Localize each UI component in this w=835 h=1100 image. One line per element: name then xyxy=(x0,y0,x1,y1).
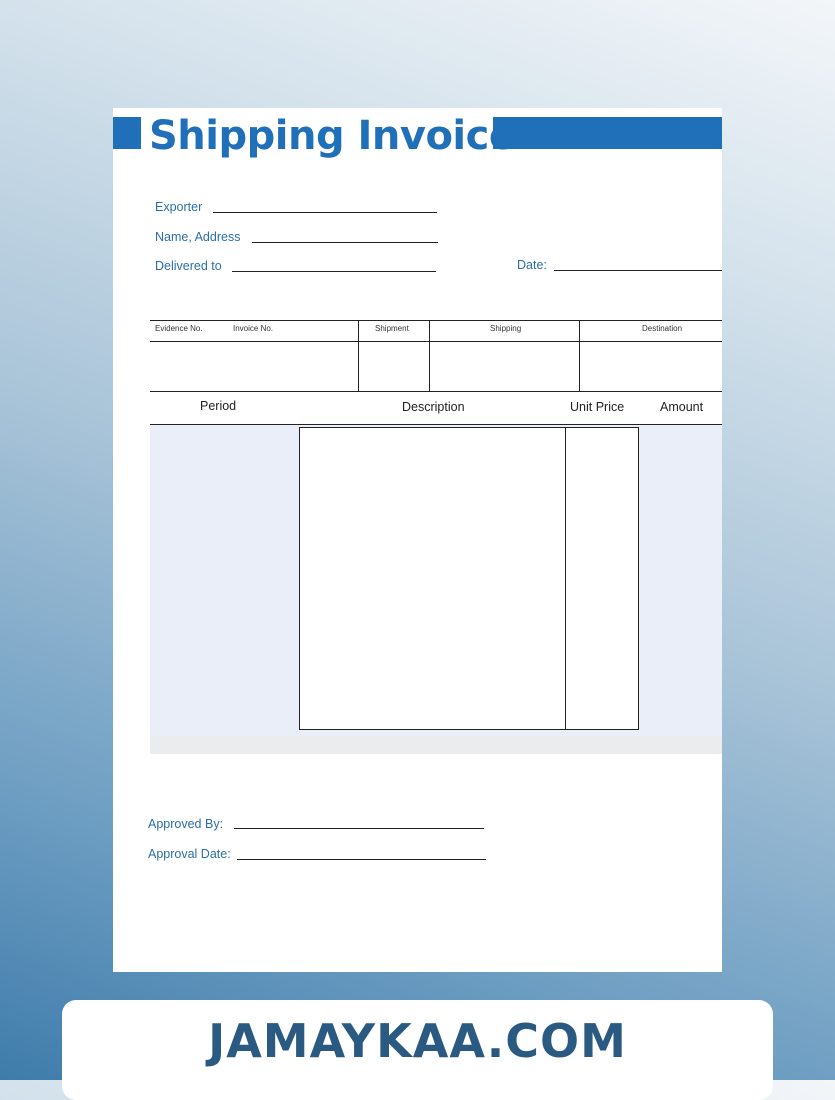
exporter-line[interactable] xyxy=(213,212,437,213)
approval-date-label: Approval Date: xyxy=(148,847,231,861)
item-table-footer xyxy=(150,736,722,754)
shipment-cell[interactable] xyxy=(359,342,429,391)
approved-by-label: Approved By: xyxy=(148,817,224,831)
date-line[interactable] xyxy=(554,270,722,271)
name-address-label: Name, Address xyxy=(155,230,241,244)
exporter-label: Exporter xyxy=(155,200,203,214)
header-invoice-no: Invoice No. xyxy=(233,324,274,333)
document-title: Shipping Invoice xyxy=(149,113,516,159)
header-shipment: Shipment xyxy=(375,324,409,333)
title-accent-left xyxy=(113,117,141,149)
destination-cell[interactable] xyxy=(580,342,722,391)
approval-date-line[interactable] xyxy=(237,859,486,860)
unit-price-divider xyxy=(565,428,566,729)
date-label: Date: xyxy=(517,258,547,272)
name-address-line[interactable] xyxy=(252,242,438,243)
delivered-to-line[interactable] xyxy=(232,271,436,272)
site-name: JAMAYKAA.COM xyxy=(208,1014,627,1068)
col-unit-price: Unit Price xyxy=(570,400,625,414)
title-accent-right xyxy=(493,117,722,149)
col-description: Description xyxy=(402,400,465,414)
header-shipping: Shipping xyxy=(490,324,522,333)
shipping-cell[interactable] xyxy=(430,342,579,391)
header-evidence-no: Evidence No. xyxy=(155,324,203,333)
col-period: Period xyxy=(200,399,237,413)
table-border-top xyxy=(150,320,722,321)
site-banner: JAMAYKAA.COM xyxy=(62,1000,773,1100)
header-destination: Destination xyxy=(642,324,683,333)
table-border-bottom xyxy=(150,391,722,392)
shipment-table: Evidence No. Invoice No. Shipment Shippi… xyxy=(150,320,722,392)
invoice-sheet: Shipping Invoice Exporter Name, Address … xyxy=(113,108,722,972)
approved-by-line[interactable] xyxy=(234,828,484,829)
description-box[interactable] xyxy=(299,427,639,730)
delivered-to-label: Delivered to xyxy=(155,259,222,273)
col-amount: Amount xyxy=(660,400,704,414)
evidence-invoice-cell[interactable] xyxy=(150,342,358,391)
